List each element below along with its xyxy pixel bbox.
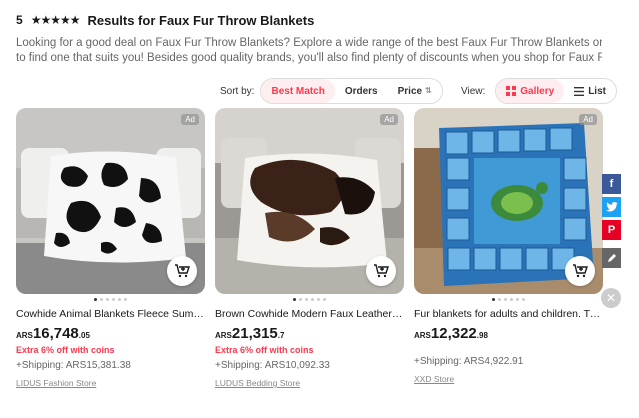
sort-best-match-button[interactable]: Best Match [261,79,335,103]
pinterest-icon: P [607,224,616,236]
price-decimal: .05 [78,331,90,340]
price-currency: ARS [16,331,33,340]
product-card[interactable]: Ad Cowhide Animal Blankets Fleece Summer… [16,108,205,388]
rating-value: 5 [16,13,23,27]
store-link[interactable]: LUDUS Bedding Store [215,378,404,388]
promo-text: Extra 6% off with coins [215,345,314,355]
sort-price-button[interactable]: Price ⇅ [388,79,442,103]
product-card[interactable]: Ad Fur blankets for adults and children.… [414,108,603,384]
description-line-2-text: to find one that suits you! Besides good… [16,52,602,64]
product-price: ARS 16,748 .05 [16,325,205,342]
view-options: Gallery List [495,78,617,104]
image-carousel-dots [414,298,603,302]
cart-add-icon [573,264,588,278]
product-card[interactable]: Ad Brown Cowhide Modern Faux Leather Fla… [215,108,404,388]
view-label: View: [461,85,486,97]
price-decimal: .98 [476,331,488,340]
list-icon [574,86,585,96]
facebook-share-button[interactable]: f [602,174,621,194]
product-title[interactable]: Brown Cowhide Modern Faux Leather Flan..… [215,308,404,320]
sort-price-label: Price [397,85,423,97]
add-to-cart-button[interactable] [366,256,396,286]
image-carousel-dots [215,298,404,302]
twitter-icon [605,202,618,212]
facebook-icon: f [609,178,614,190]
view-bar: View: Gallery List [461,78,617,104]
pencil-icon [607,254,616,262]
grid-icon [506,86,517,96]
shipping-cost: +Shipping: ARS15,381.38 [16,360,131,371]
close-icon[interactable]: ✕ [601,288,621,308]
description-line-1: Looking for a good deal on Faux Fur Thro… [16,37,602,49]
view-gallery-label: Gallery [520,85,555,97]
ad-badge: Ad [380,114,398,125]
price-currency: ARS [414,331,431,340]
edit-button[interactable] [602,248,621,268]
sort-label: Sort by: [220,85,255,97]
product-title[interactable]: Cowhide Animal Blankets Fleece Summer ..… [16,308,205,320]
ad-badge: Ad [181,114,199,125]
description-line-2: to find one that suits you! Besides good… [16,51,602,66]
view-gallery-button[interactable]: Gallery [496,79,565,103]
category-description: Looking for a good deal on Faux Fur Thro… [16,36,602,66]
sort-orders-label: Orders [344,85,378,97]
price-decimal: .7 [277,331,285,340]
product-image[interactable]: Ad [16,108,205,294]
promo-text: Extra 6% off with coins [16,345,115,355]
image-carousel-dots [16,298,205,302]
pinterest-share-button[interactable]: P [602,220,621,240]
sort-orders-button[interactable]: Orders [335,79,388,103]
product-image[interactable]: Ad [414,108,603,294]
price-main: 12,322 [430,325,477,342]
shipping-cost: +Shipping: ARS4,922.91 [414,356,524,367]
store-link[interactable]: LIDUS Fashion Store [16,378,205,388]
page-title: Results for Faux Fur Throw Blankets [87,12,315,28]
product-title[interactable]: Fur blankets for adults and children. Tu… [414,308,603,320]
add-to-cart-button[interactable] [565,256,595,286]
sort-options: Best Match Orders Price ⇅ [260,78,443,104]
ad-badge: Ad [579,114,597,125]
twitter-share-button[interactable] [602,197,621,217]
product-image[interactable]: Ad [215,108,404,294]
add-to-cart-button[interactable] [167,256,197,286]
sort-arrows-icon: ⇅ [425,86,432,95]
product-price: ARS 21,315 .7 [215,325,404,342]
shipping-cost: +Shipping: ARS10,092.33 [215,360,330,371]
share-sidebar: f P [602,174,621,271]
price-main: 16,748 [32,325,79,342]
price-main: 21,315 [231,325,278,342]
view-list-label: List [588,85,606,97]
results-header: 5 ★★★★★ Results for Faux Fur Throw Blank… [16,10,314,30]
cart-add-icon [175,264,190,278]
sort-best-match-label: Best Match [271,85,325,97]
cart-add-icon [374,264,389,278]
price-currency: ARS [215,331,232,340]
rating-stars-icon: ★★★★★ [30,13,81,27]
store-link[interactable]: XXD Store [414,374,603,384]
product-price: ARS 12,322 .98 [414,325,603,342]
view-list-button[interactable]: List [564,79,616,103]
sort-bar: Sort by: Best Match Orders Price ⇅ [220,78,443,104]
